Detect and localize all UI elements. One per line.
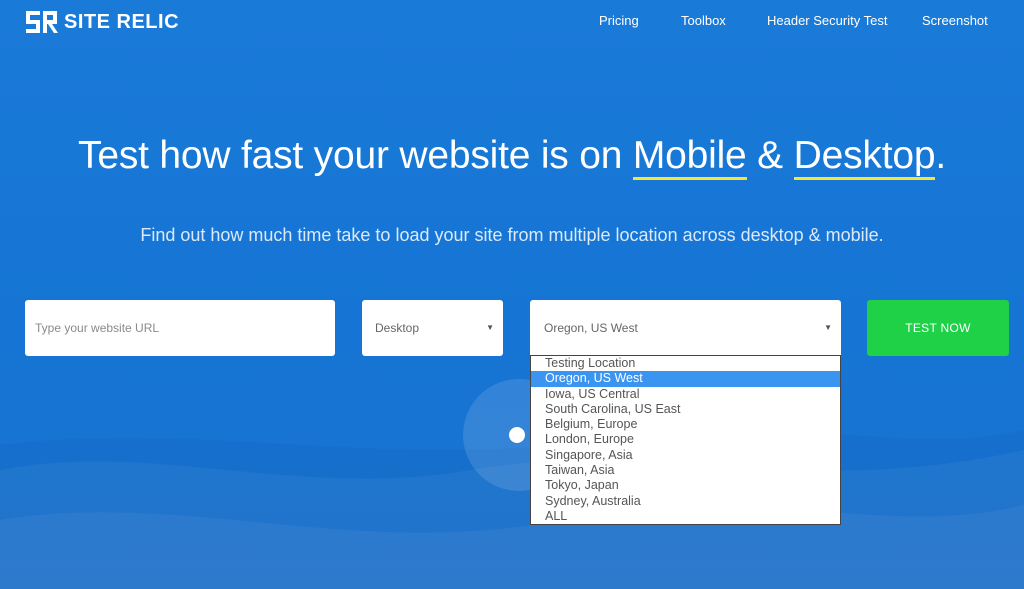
device-select[interactable]: Desktop ▼ bbox=[362, 300, 503, 356]
nav-header-security-test[interactable]: Header Security Test bbox=[767, 13, 887, 28]
brand-name: SITE RELIC bbox=[64, 10, 180, 33]
location-option[interactable]: Oregon, US West bbox=[531, 371, 840, 387]
website-url-input[interactable] bbox=[25, 300, 335, 356]
test-now-button[interactable]: TEST NOW bbox=[867, 300, 1009, 356]
caret-down-icon: ▼ bbox=[486, 323, 494, 332]
hero-title-suffix: . bbox=[935, 134, 946, 177]
hero-title-desktop: Desktop bbox=[793, 134, 936, 180]
location-select[interactable]: Oregon, US West ▼ bbox=[530, 300, 841, 356]
background-waves bbox=[0, 430, 1024, 589]
site-logo[interactable]: SITE RELIC bbox=[26, 10, 179, 34]
hero-subtitle: Find out how much time take to load your… bbox=[140, 225, 884, 245]
hero-title: Test how fast your website is on Mobile … bbox=[0, 134, 1024, 180]
nav-screenshot[interactable]: Screenshot bbox=[922, 13, 988, 28]
location-dropdown-list: Testing Location Oregon, US West Iowa, U… bbox=[530, 355, 841, 525]
location-option[interactable]: ALL bbox=[531, 509, 840, 524]
nav-pricing[interactable]: Pricing bbox=[599, 13, 639, 28]
site-relic-logo-icon bbox=[26, 11, 58, 33]
location-option[interactable]: South Carolina, US East bbox=[531, 402, 840, 417]
location-option[interactable]: Taiwan, Asia bbox=[531, 463, 840, 478]
hero-title-amp: & bbox=[746, 134, 794, 177]
location-option[interactable]: Iowa, US Central bbox=[531, 387, 840, 402]
caret-down-icon: ▼ bbox=[824, 323, 832, 332]
device-select-value: Desktop bbox=[375, 321, 420, 335]
decorative-dot bbox=[509, 427, 525, 443]
location-select-value: Oregon, US West bbox=[544, 321, 638, 335]
location-option[interactable]: London, Europe bbox=[531, 432, 840, 447]
location-option[interactable]: Singapore, Asia bbox=[531, 448, 840, 463]
location-option[interactable]: Sydney, Australia bbox=[531, 494, 840, 509]
nav-toolbox[interactable]: Toolbox bbox=[681, 13, 726, 28]
location-option[interactable]: Tokyo, Japan bbox=[531, 478, 840, 493]
location-option[interactable]: Belgium, Europe bbox=[531, 417, 840, 432]
location-option[interactable]: Testing Location bbox=[531, 356, 840, 371]
hero-title-mobile: Mobile bbox=[632, 134, 747, 180]
hero-title-prefix: Test how fast your website is on bbox=[78, 134, 633, 177]
